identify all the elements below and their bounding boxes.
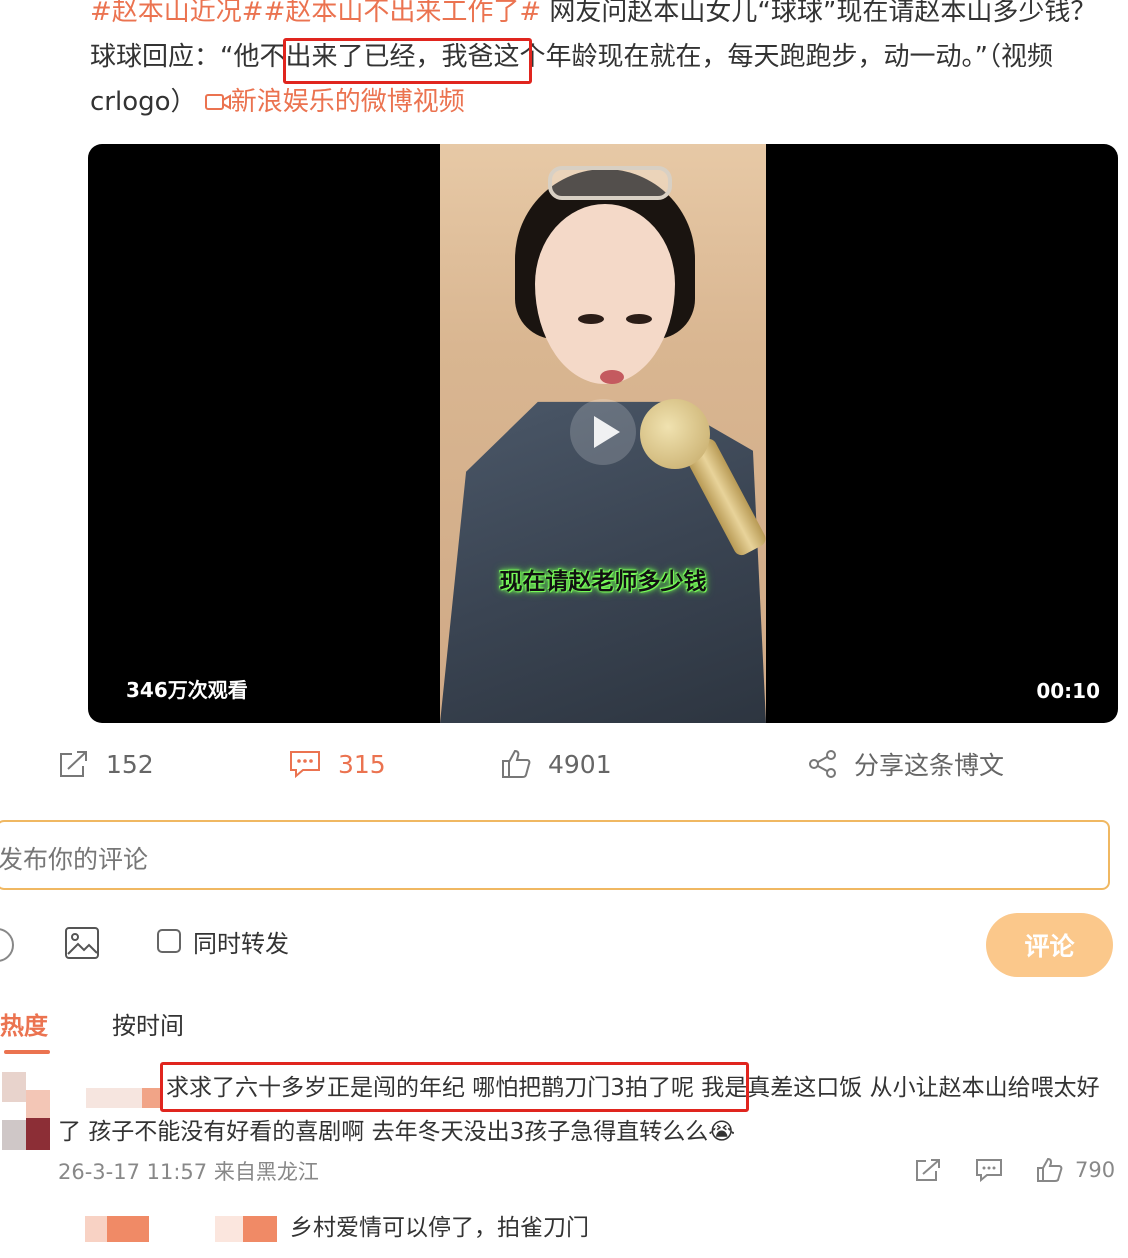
view-count: 346万次观看 [126,678,248,702]
comment-meta: 26-3-17 11:57 来自黑龙江 [58,1160,319,1184]
post-quote: “他不出来了已经， [220,42,442,72]
hashtag-link[interactable]: #赵本山近况# [90,0,264,27]
video-camera-icon [204,94,231,110]
comment-repost-button[interactable] [914,1154,942,1186]
like-icon [500,748,532,780]
comment-text: 求求了六十多岁正是闯的年纪 哪怕把鹊刀门3拍了呢 我是真差这口饭 从小让赵本山给… [58,1066,1118,1154]
play-icon[interactable] [570,399,636,465]
repost-button[interactable]: 152 [58,744,154,784]
video-link-label: 新浪娱乐的微博视频 [230,87,465,117]
like-button[interactable]: 4901 [500,744,612,784]
comment-highlight-text: 求求了六十多岁正是闯的年纪 哪怕把鹊刀门3拍了呢 [166,1075,694,1101]
video-player[interactable]: 现在请赵老师多少钱 346万次观看 00:10 [88,144,1118,723]
share-label: 分享这条博文 [854,751,1005,780]
repost-icon [58,749,90,779]
hashtag-link[interactable]: #赵本山不出来工作了# [264,0,542,27]
repost-count: 152 [106,749,154,779]
comment-like-button[interactable]: 790 [1035,1154,1115,1186]
comment-input[interactable]: 发布你的评论 [0,820,1110,890]
repost-icon [916,1159,940,1181]
post-text: #赵本山近况##赵本山不出来工作了# 网友问赵本山女儿“球球”现在请赵本山多少钱… [90,0,1110,125]
tab-time[interactable]: 按时间 [112,1006,184,1041]
sync-repost-label: 同时转发 [193,930,289,958]
like-icon [1037,1157,1063,1182]
comment-icon [288,749,322,779]
comment-button[interactable]: 315 [288,744,386,784]
avatar[interactable] [2,1072,50,1150]
video-duration: 00:10 [1036,679,1100,703]
reply-avatar[interactable] [85,1216,149,1242]
emoji-icon[interactable] [0,928,14,962]
comment-icon [976,1159,1002,1183]
sync-repost-checkbox[interactable] [157,929,181,953]
comment-like-count: 790 [1075,1158,1116,1182]
submit-comment-button[interactable]: 评论 [986,913,1113,977]
reply-text: 乡村爱情可以停了，拍雀刀门 [290,1215,589,1241]
reply-username[interactable] [215,1216,277,1242]
comment-input-placeholder: 发布你的评论 [0,845,149,874]
image-icon[interactable] [64,926,100,964]
comment-count: 315 [338,749,386,779]
video-source-link[interactable]: 新浪娱乐的微博视频 [204,87,465,117]
share-icon [808,749,838,779]
tab-hot[interactable]: 热度 [0,1006,48,1041]
active-tab-indicator [4,1050,50,1054]
share-button[interactable]: 分享这条博文 [808,744,1004,784]
video-frame: 现在请赵老师多少钱 [440,144,766,723]
like-count: 4901 [548,749,612,779]
video-subtitle: 现在请赵老师多少钱 [499,569,707,595]
comment-reply-button[interactable] [974,1154,1004,1186]
